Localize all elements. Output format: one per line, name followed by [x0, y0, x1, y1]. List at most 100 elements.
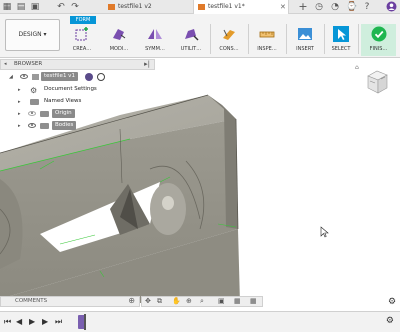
- browser-item-bodies[interactable]: ▸ Bodies: [0, 120, 155, 132]
- browser-item-named-views[interactable]: ▸ Named Views: [0, 96, 155, 108]
- folder-icon: [40, 111, 49, 117]
- insert-image-icon: [298, 28, 312, 40]
- viewports-icon[interactable]: ▦: [250, 297, 257, 305]
- redo-icon[interactable]: ↷: [70, 1, 80, 13]
- expand-arrow-icon[interactable]: ▸: [18, 108, 21, 120]
- activate-radio-icon[interactable]: [97, 73, 105, 81]
- modify-icon: [113, 29, 126, 40]
- sphere-highlight: [162, 196, 174, 210]
- browser-item-label: Bodies: [52, 121, 77, 130]
- insert-button[interactable]: INSERT: [290, 24, 320, 56]
- close-tab-icon[interactable]: ✕: [280, 0, 286, 14]
- timeline-bar: ⏮ ◀ ▶ ▶ ⏭ ⚙: [0, 311, 400, 332]
- settings-gear-icon[interactable]: ⚙: [388, 297, 396, 307]
- avatar[interactable]: [386, 1, 397, 13]
- play-icon[interactable]: ▶: [29, 317, 35, 327]
- display-settings-icon[interactable]: ▣: [218, 297, 225, 305]
- data-panel-icon[interactable]: ▦: [2, 1, 12, 13]
- save-icon[interactable]: ▣: [30, 1, 40, 13]
- timeline-marker[interactable]: [84, 314, 86, 330]
- pin-browser-icon[interactable]: ▸|: [144, 60, 150, 68]
- viewcube[interactable]: [362, 67, 392, 97]
- hidden-eye-icon[interactable]: [28, 111, 36, 116]
- browser-item-origin[interactable]: ▸ Origin: [0, 108, 155, 120]
- expand-arrow-icon[interactable]: ◢: [9, 71, 13, 83]
- browser-item-label: Named Views: [44, 98, 82, 104]
- zoom-icon[interactable]: ⊕: [186, 297, 192, 305]
- expand-arrow-icon[interactable]: ▸: [18, 120, 21, 132]
- grid-settings-icon[interactable]: ▦: [234, 297, 241, 305]
- folder-icon: [30, 99, 39, 105]
- finish-form-button[interactable]: FINIS…: [361, 24, 396, 56]
- comments-label: COMMENTS: [15, 298, 48, 304]
- fit-icon[interactable]: ⌕: [200, 297, 204, 306]
- orbit-icon[interactable]: ✥: [145, 297, 151, 305]
- expand-arrow-icon[interactable]: ▸: [18, 84, 21, 96]
- toolbar-divider: [358, 24, 359, 54]
- notifications-icon[interactable]: ⌚: [346, 1, 357, 13]
- form-state-icon: [85, 73, 93, 81]
- document-tab-label: testfile1 v1*: [208, 3, 245, 10]
- utilities-label: UTILIT…: [180, 46, 202, 52]
- modify-button[interactable]: MODI…: [104, 24, 134, 56]
- job-status-icon[interactable]: ◔: [330, 1, 340, 13]
- create-button[interactable]: CREA…: [66, 24, 98, 56]
- document-tab-label: testfile1 v2: [118, 3, 152, 10]
- new-tab-button[interactable]: +: [298, 1, 308, 13]
- go-to-start-icon[interactable]: ⏮: [4, 317, 11, 327]
- browser-item-label: Document Settings: [44, 86, 97, 92]
- fusion-logo-icon: [198, 4, 205, 10]
- go-to-end-icon[interactable]: ⏭: [55, 317, 62, 327]
- toolbar-divider: [248, 24, 249, 54]
- inspect-button[interactable]: INSPE…: [252, 24, 282, 56]
- help-icon[interactable]: ?: [362, 1, 372, 13]
- extensions-icon[interactable]: ◷: [314, 1, 324, 13]
- document-tab-active[interactable]: testfile1 v1* ✕: [193, 0, 289, 14]
- timeline-settings-icon[interactable]: ⚙: [386, 316, 394, 326]
- symmetry-button[interactable]: SYMM…: [140, 24, 170, 56]
- symmetry-icon: [148, 29, 162, 39]
- modify-label: MODI…: [109, 46, 129, 52]
- construct-label: CONS…: [219, 46, 239, 52]
- collapse-browser-icon[interactable]: ◂: [4, 61, 7, 67]
- browser-item-document-settings[interactable]: ▸ ⚙ Document Settings: [0, 84, 155, 96]
- browser-root-label[interactable]: testfile1 v1: [41, 72, 78, 81]
- browser-root-row[interactable]: ◢ testfile1 v1: [0, 71, 155, 83]
- toolbar-divider: [286, 24, 287, 54]
- home-view-icon[interactable]: ⌂: [355, 64, 359, 71]
- title-bar: ▦ ▤ ▣ ↶ ↷ testfile1 v2 testfile1 v1* ✕ +…: [0, 0, 400, 14]
- visibility-eye-icon[interactable]: [20, 74, 28, 79]
- browser-item-label: Origin: [52, 109, 75, 118]
- browser-header[interactable]: ◂ BROWSER ▸|: [0, 59, 155, 70]
- tab-form[interactable]: FORM: [70, 16, 96, 24]
- file-menu-icon[interactable]: ▤: [16, 1, 26, 13]
- toolbar-divider: [210, 24, 211, 54]
- create-label: CREA…: [72, 46, 92, 52]
- comments-panel[interactable]: COMMENTS ⊕: [0, 296, 140, 307]
- construct-button[interactable]: CONS…: [214, 24, 244, 56]
- visibility-eye-icon[interactable]: [28, 123, 36, 128]
- document-tab[interactable]: testfile1 v2: [104, 0, 192, 14]
- ribbon-toolbar: DESIGN ▾ FORM CREA… MODI… SYMM… UTILIT… …: [0, 14, 400, 58]
- insert-label: INSERT: [296, 46, 314, 52]
- undo-icon[interactable]: ↶: [56, 1, 66, 13]
- navigation-bar: ✥ ⧉ ✋ ⊕ ⌕ ▣ ▦ ▦: [141, 296, 263, 307]
- step-forward-icon[interactable]: ▶: [42, 317, 48, 327]
- pan-hand-icon[interactable]: ✋: [172, 297, 181, 305]
- utilities-button[interactable]: UTILIT…: [176, 24, 206, 56]
- symmetry-label: SYMM…: [145, 46, 165, 52]
- finish-check-icon: [371, 26, 386, 42]
- measure-icon: [259, 31, 275, 38]
- folder-icon: [40, 123, 49, 129]
- add-comment-icon[interactable]: ⊕: [128, 296, 135, 305]
- look-at-icon[interactable]: ⧉: [157, 297, 162, 306]
- expand-arrow-icon[interactable]: ▸: [18, 96, 21, 108]
- create-form-icon: [75, 27, 88, 41]
- select-label: SELECT: [331, 46, 351, 52]
- select-button[interactable]: SELECT: [327, 24, 355, 56]
- workspace-switcher[interactable]: DESIGN ▾: [5, 19, 60, 51]
- fusion-logo-icon: [108, 4, 115, 10]
- construct-icon: [223, 29, 235, 40]
- browser-title: BROWSER: [14, 61, 43, 67]
- step-back-icon[interactable]: ◀: [16, 317, 22, 327]
